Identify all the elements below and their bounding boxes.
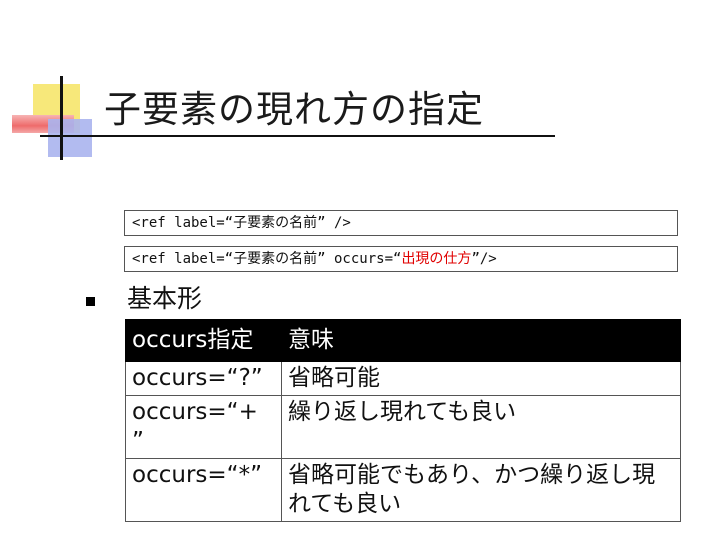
table-row: occurs=“*” 省略可能でもあり、かつ繰り返し現れても良い: [125, 458, 681, 522]
code-line-2: <ref label=“子要素の名前” occurs=“出現の仕方”/>: [124, 246, 678, 272]
table-cell-meaning: 省略可能: [281, 361, 681, 396]
header-cell-occurs: occurs指定: [125, 319, 282, 362]
occurs-table: occurs指定 意味 occurs=“?” 省略可能 occurs=“+ ” …: [125, 319, 681, 522]
table-header-row: occurs指定 意味: [125, 319, 681, 362]
decor-vertical-line: [60, 76, 63, 160]
decor-title-underline: [40, 135, 555, 137]
table-cell-occurs: occurs=“*”: [125, 458, 282, 522]
bullet-text: 基本形: [127, 284, 203, 313]
decor-blue-square: [48, 119, 92, 157]
code-line-1: <ref label=“子要素の名前” />: [124, 210, 678, 236]
table-cell-meaning: 繰り返し現れても良い: [281, 395, 681, 459]
code-text: <ref label=“子要素の名前” />: [132, 215, 351, 231]
table-row: occurs=“?” 省略可能: [125, 361, 681, 396]
table-row: occurs=“+ ” 繰り返し現れても良い: [125, 395, 681, 459]
code-text: <ref label=“子要素の名前” occurs=“: [132, 251, 402, 267]
slide-title: 子要素の現れ方の指定: [104, 88, 484, 131]
code-text-end: ”/>: [471, 251, 497, 267]
code-highlight: 出現の仕方: [401, 251, 472, 267]
table-cell-occurs: occurs=“+ ”: [125, 395, 282, 459]
table-cell-meaning: 省略可能でもあり、かつ繰り返し現れても良い: [281, 458, 681, 522]
table-cell-occurs: occurs=“?”: [125, 361, 282, 396]
bullet-square-icon: [86, 297, 95, 306]
header-cell-meaning: 意味: [281, 319, 681, 362]
